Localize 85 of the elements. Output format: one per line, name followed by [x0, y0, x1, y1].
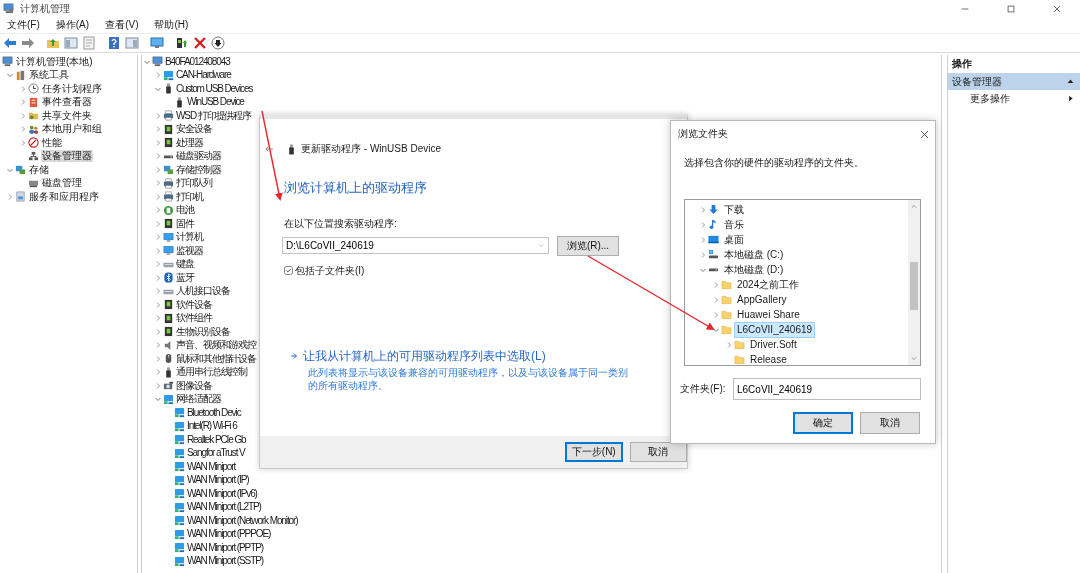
action-section[interactable]: 设备管理器 — [948, 73, 1080, 90]
checkbox-label: 包括子文件夹(I) — [295, 264, 365, 277]
device-item[interactable]: 声音、视频和游戏控 — [175, 339, 258, 352]
device-item[interactable]: 电池 — [175, 204, 195, 217]
device-item[interactable]: 键盘 — [175, 258, 195, 271]
device-item[interactable]: WAN Miniport (IPv6) — [186, 487, 258, 500]
device-item[interactable]: 安全设备 — [175, 123, 213, 136]
device-item[interactable]: CAN-Hardware — [175, 69, 232, 82]
tree-item[interactable]: 设备管理器 — [41, 150, 93, 163]
device-item[interactable]: 处理器 — [175, 136, 204, 149]
instruction-text: 选择包含你的硬件的驱动程序的文件夹。 — [684, 157, 864, 169]
tree-item[interactable]: 磁盘管理 — [41, 177, 83, 190]
device-item[interactable]: 打印队列 — [175, 177, 213, 190]
window-title: 计算机管理 — [20, 2, 70, 15]
folder-item[interactable]: 本地磁盘 (C:) — [721, 246, 787, 263]
tree-item[interactable]: 任务计划程序 — [41, 82, 103, 95]
folder-item[interactable]: 本地磁盘 (D:) — [721, 261, 787, 278]
cancel-button[interactable]: 取消 — [629, 442, 687, 462]
folder-item[interactable]: 下载 — [721, 201, 747, 218]
folder-item[interactable]: 2024之前工作 — [734, 276, 803, 293]
tree-item[interactable]: 系统工具 — [28, 69, 70, 82]
tree-item[interactable]: 服务和应用程序 — [28, 190, 100, 203]
tree-item[interactable]: 共享文件夹 — [41, 109, 93, 122]
folder-field[interactable]: L6CoVII_240619 — [733, 378, 921, 400]
device-item[interactable]: 软件组件 — [175, 312, 213, 325]
menu-item[interactable]: 帮助(H) — [153, 19, 190, 31]
device-item[interactable]: 人机接口设备 — [175, 285, 231, 298]
device-item[interactable]: WAN Miniport — [186, 460, 237, 473]
action-label: 设备管理器 — [952, 75, 1002, 88]
folder-item[interactable]: Release — [747, 351, 790, 365]
dialog-heading: 浏览计算机上的驱动程序 — [284, 180, 427, 196]
device-item[interactable]: 网络适配器 — [175, 393, 222, 406]
next-button[interactable]: 下一步(N) — [565, 442, 623, 462]
folder-item[interactable]: 音乐 — [721, 216, 747, 233]
device-item[interactable]: Custom USB Devices — [175, 82, 254, 95]
folder-item[interactable]: L6CoVII_240619 — [734, 321, 816, 338]
path-field[interactable]: D:\L6CoVII_240619 — [282, 237, 549, 255]
browse-button[interactable]: 浏览(R)... — [557, 235, 619, 256]
device-item[interactable]: WAN Miniport (L2TP) — [186, 501, 262, 514]
menu-item[interactable]: 查看(V) — [104, 19, 140, 31]
tree-item[interactable]: 本地用户和组 — [41, 123, 103, 136]
tree-item[interactable]: 事件查看器 — [41, 96, 93, 109]
device-item[interactable]: 图像设备 — [175, 379, 213, 392]
device-item[interactable]: B40FA012408043 — [164, 55, 231, 68]
link-description: 此列表将显示与该设备兼容的可用驱动程序，以及与该设备属于同一类别的所有驱动程序。 — [308, 366, 629, 392]
ok-button[interactable]: 确定 — [793, 412, 853, 434]
device-item[interactable]: WAN Miniport (IP) — [186, 474, 250, 487]
device-item[interactable]: 软件设备 — [175, 298, 213, 311]
action-item[interactable]: 更多操作 — [970, 92, 1010, 105]
device-item[interactable]: Intel(R) Wi-Fi 6 — [186, 420, 238, 433]
device-item[interactable]: WinUSB Device — [186, 96, 245, 109]
field-label: 在以下位置搜索驱动程序: — [284, 217, 397, 230]
pane-header: 操作 — [951, 57, 973, 71]
device-item[interactable]: 打印机 — [175, 190, 204, 203]
device-item[interactable]: 鼠标和其他指针设备 — [175, 352, 258, 365]
menu-item[interactable]: 操作(A) — [54, 19, 91, 31]
tree-item[interactable]: 性能 — [41, 136, 63, 149]
device-item[interactable]: 蓝牙 — [175, 271, 195, 284]
tree-item[interactable]: 存储 — [28, 163, 50, 176]
dialog-title: 浏览文件夹 — [678, 128, 728, 140]
device-item[interactable]: Sangfor aTrust V — [186, 447, 246, 460]
tree-item[interactable]: 计算机管理(本地) — [15, 55, 94, 68]
device-item[interactable]: 固件 — [175, 217, 195, 230]
driver-list-link[interactable]: 让我从计算机上的可用驱动程序列表中选取(L) — [303, 348, 546, 363]
device-item[interactable]: 通用串行总线控制 — [175, 366, 249, 379]
device-item[interactable]: 磁盘驱动器 — [175, 150, 222, 163]
device-item[interactable]: Realtek PCIe Gb — [186, 433, 247, 446]
device-item[interactable]: WAN Miniport (Network Monitor) — [186, 514, 299, 527]
cancel-button[interactable]: 取消 — [860, 412, 920, 434]
device-item[interactable]: WAN Miniport (PPTP) — [186, 541, 264, 554]
device-item[interactable]: 计算机 — [175, 231, 204, 244]
device-item[interactable]: 监视器 — [175, 244, 204, 257]
folder-item[interactable]: Driver.Soft — [747, 336, 800, 353]
folder-item[interactable]: Huawei Share — [734, 306, 803, 323]
device-item[interactable]: 生物识别设备 — [175, 325, 231, 338]
field-label: 文件夹(F): — [680, 383, 727, 395]
device-item[interactable]: WAN Miniport (SSTP) — [186, 555, 264, 568]
folder-item[interactable]: 桌面 — [721, 231, 747, 248]
menu-item[interactable]: 文件(F) — [6, 19, 41, 31]
folder-item[interactable]: AppGallery — [734, 291, 790, 308]
dialog-title: 更新驱动程序 - WinUSB Device — [301, 143, 441, 155]
device-item[interactable]: WAN Miniport (PPPOE) — [186, 528, 272, 541]
device-item[interactable]: Bluetooth Devic — [186, 406, 242, 419]
device-item[interactable]: WSD 打印提供程序 — [175, 109, 253, 122]
device-item[interactable]: 存储控制器 — [175, 163, 222, 176]
